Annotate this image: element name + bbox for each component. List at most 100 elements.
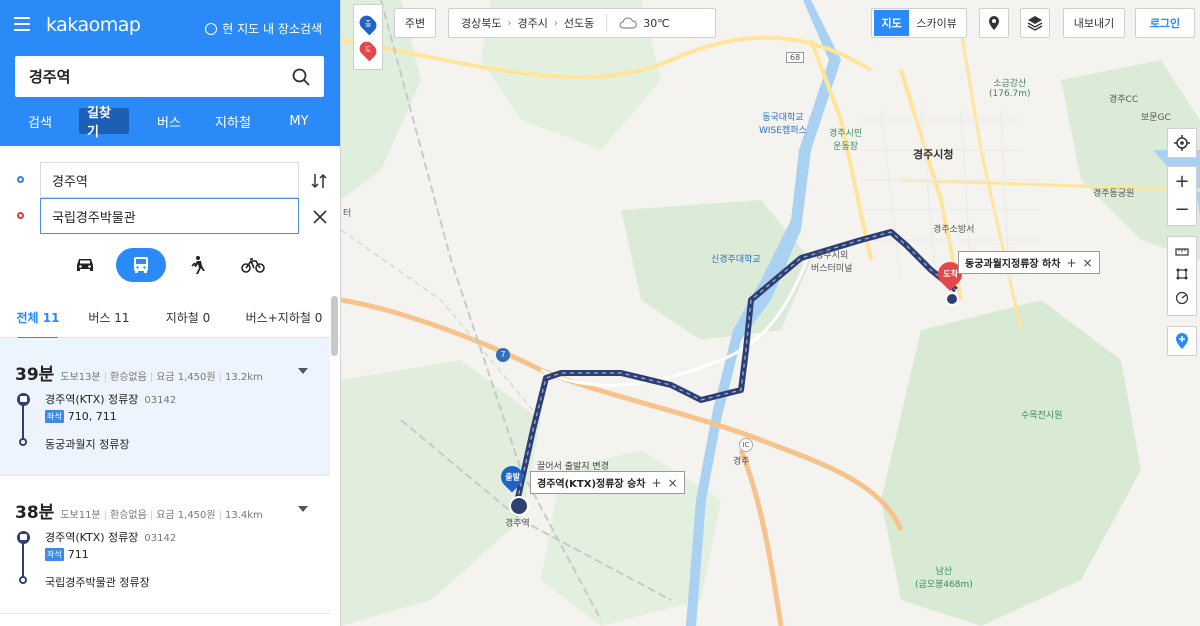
cloud-icon: [619, 17, 638, 29]
ruler-icon[interactable]: [1175, 247, 1189, 257]
duration: 38분: [15, 503, 55, 523]
start-bus-stop-icon: [509, 496, 529, 516]
bus-numbers: 좌석 711: [45, 548, 89, 561]
close-icon[interactable]: ×: [1083, 256, 1093, 270]
area-search-label: 현 지도 내 장소검색: [222, 22, 322, 36]
add-waypoint-icon[interactable]: +: [1066, 256, 1076, 270]
alight-stop[interactable]: 동궁과월지 정류장: [45, 436, 129, 452]
radio-icon: [205, 22, 218, 35]
mode-car[interactable]: [62, 248, 108, 282]
mode-walk[interactable]: [174, 248, 220, 282]
result-meta: 도보13분 | 환승없음 | 요금 1,450원 | 13.2km: [60, 372, 263, 383]
close-icon[interactable]: ×: [668, 476, 678, 490]
end-stop-icon: [19, 576, 27, 584]
ic-shield: IC: [739, 438, 753, 452]
result-card[interactable]: 38분 도보11분 | 환승없음 | 요금 1,450원 | 13.4km 경주역(KTX)…: [0, 476, 330, 614]
map-base: [341, 0, 1200, 626]
export-button[interactable]: 내보내기: [1063, 8, 1125, 38]
result-card[interactable]: 39분 도보13분 | 환승없음 | 요금 1,450원 | 13.2km 경주역(KTX)…: [0, 338, 330, 476]
result-tab-bus-subway[interactable]: 버스+지하철 0: [234, 296, 334, 338]
my-location-button[interactable]: [1167, 128, 1197, 158]
place-namsan[interactable]: 남산 (금오봉468m): [915, 564, 973, 590]
origin-field[interactable]: 경주역: [40, 162, 299, 198]
mode-bus[interactable]: [116, 248, 166, 282]
start-marker[interactable]: 출발: [496, 461, 528, 494]
view-skyview-button[interactable]: 스카이뷰: [909, 15, 964, 31]
destination-field[interactable]: 국립경주박물관: [40, 198, 299, 234]
place-sogeum[interactable]: 소금강산 (176.7m): [989, 76, 1031, 99]
route-line: [22, 402, 24, 440]
place-sukjeon[interactable]: 수목전시원: [1021, 408, 1062, 421]
swap-icon[interactable]: [310, 172, 328, 190]
place-bomun[interactable]: 보문GC: [1141, 110, 1171, 123]
result-tab-bus[interactable]: 버스 11: [76, 296, 142, 338]
tab-search[interactable]: 검색: [27, 108, 53, 134]
mode-bike[interactable]: [230, 248, 276, 282]
roadview-button[interactable]: [979, 8, 1009, 38]
add-waypoint-icon[interactable]: +: [652, 476, 662, 490]
end-stop-label[interactable]: 동궁과월지정류장 하차 + ×: [958, 251, 1100, 274]
place-gyeongju-station[interactable]: 경주역: [505, 516, 530, 529]
place-ter: 터: [343, 209, 352, 219]
place-dongbu[interactable]: 경주동궁원: [1093, 186, 1134, 199]
menu-icon[interactable]: [14, 17, 30, 31]
tab-subway[interactable]: 지하철: [215, 108, 251, 134]
expand-caret-icon[interactable]: [298, 368, 308, 374]
breadcrumb-dong[interactable]: 선도동: [564, 15, 594, 31]
result-tab-subway[interactable]: 지하철 0: [142, 296, 234, 338]
kakaomap-app: kakaomap 현 지도 내 장소검색 검색 길찾기 버스 지하철 MY 경: [0, 0, 1200, 626]
add-pin-icon: [1176, 333, 1188, 349]
place-fire-station[interactable]: 경주소방서: [933, 222, 974, 235]
weather: 30℃: [607, 17, 681, 30]
start-pin-icon[interactable]: 출: [356, 12, 380, 36]
map-view-toggle: 지도 스카이뷰: [871, 8, 967, 38]
zoom-out-icon[interactable]: −: [1174, 196, 1189, 224]
chevron-right-icon: ›: [553, 17, 558, 29]
place-dongguk[interactable]: 동국대학교 WISE캠퍼스: [759, 110, 807, 136]
expand-caret-icon[interactable]: [298, 506, 308, 512]
tab-directions[interactable]: 길찾기: [79, 106, 129, 140]
view-map-button[interactable]: 지도: [874, 10, 910, 36]
area-measure-icon[interactable]: [1175, 267, 1189, 281]
place-gyeongju-ic[interactable]: 경주: [733, 454, 750, 467]
clear-destination-icon[interactable]: [312, 209, 328, 225]
results-scrollbar[interactable]: [331, 296, 338, 356]
place-city-hall[interactable]: 경주시청: [913, 146, 953, 162]
results-list: 39분 도보13분 | 환승없음 | 요금 1,450원 | 13.2km 경주역(KTX)…: [0, 338, 330, 614]
board-stop[interactable]: 경주역(KTX) 정류장 03142: [45, 391, 176, 407]
place-siminundong[interactable]: 경주시민 운동장: [829, 126, 862, 152]
map-canvas[interactable]: 동국대학교 WISE캠퍼스 경주시청 경주소방서 신경주대학교 경주시외 버스터…: [341, 0, 1200, 626]
marker-toggle-group: 출 도: [353, 4, 383, 70]
crosshair-icon: [1174, 135, 1190, 151]
result-tabs: 전체 11 버스 11 지하철 0 버스+지하철 0: [0, 296, 340, 339]
radius-icon[interactable]: [1175, 291, 1189, 305]
start-stop-label[interactable]: 경주역(KTX)정류장 승차 + ×: [530, 471, 685, 494]
car-icon: [77, 259, 93, 271]
nearby-button[interactable]: 주변: [394, 8, 436, 38]
search-input[interactable]: [29, 67, 292, 86]
login-button[interactable]: 로그인: [1135, 8, 1195, 38]
alight-stop[interactable]: 국립경주박물관 정류장: [45, 574, 150, 590]
layers-button[interactable]: [1020, 8, 1050, 38]
breadcrumb-city[interactable]: 경주시: [517, 15, 547, 31]
place-cc[interactable]: 경주CC: [1109, 92, 1138, 105]
search-icon[interactable]: [292, 68, 310, 86]
sidebar-header: kakaomap 현 지도 내 장소검색 검색 길찾기 버스 지하철 MY: [0, 0, 340, 146]
end-pin-icon[interactable]: 도: [356, 38, 380, 62]
place-terminal[interactable]: 경주시외 버스터미널: [811, 248, 852, 274]
tab-bus[interactable]: 버스: [156, 108, 182, 134]
sidebar: kakaomap 현 지도 내 장소검색 검색 길찾기 버스 지하철 MY 경: [0, 0, 341, 626]
logo[interactable]: kakaomap: [46, 14, 141, 36]
result-tab-all[interactable]: 전체 11: [0, 296, 76, 339]
result-meta: 도보11분 | 환승없음 | 요금 1,450원 | 13.4km: [60, 510, 263, 521]
nav-tabs: 검색 길찾기 버스 지하철 MY: [0, 106, 340, 140]
tab-my[interactable]: MY: [288, 108, 310, 134]
zoom-in-icon[interactable]: +: [1174, 168, 1189, 196]
breadcrumb-province[interactable]: 경상북도: [461, 15, 501, 31]
bus-stop-icon: [17, 393, 30, 406]
add-place-button[interactable]: [1167, 326, 1197, 356]
place-sinkyungju[interactable]: 신경주대학교: [711, 252, 761, 265]
board-stop[interactable]: 경주역(KTX) 정류장 03142: [45, 529, 176, 545]
area-search-toggle[interactable]: 현 지도 내 장소검색: [205, 20, 322, 37]
route-line: [22, 540, 24, 578]
